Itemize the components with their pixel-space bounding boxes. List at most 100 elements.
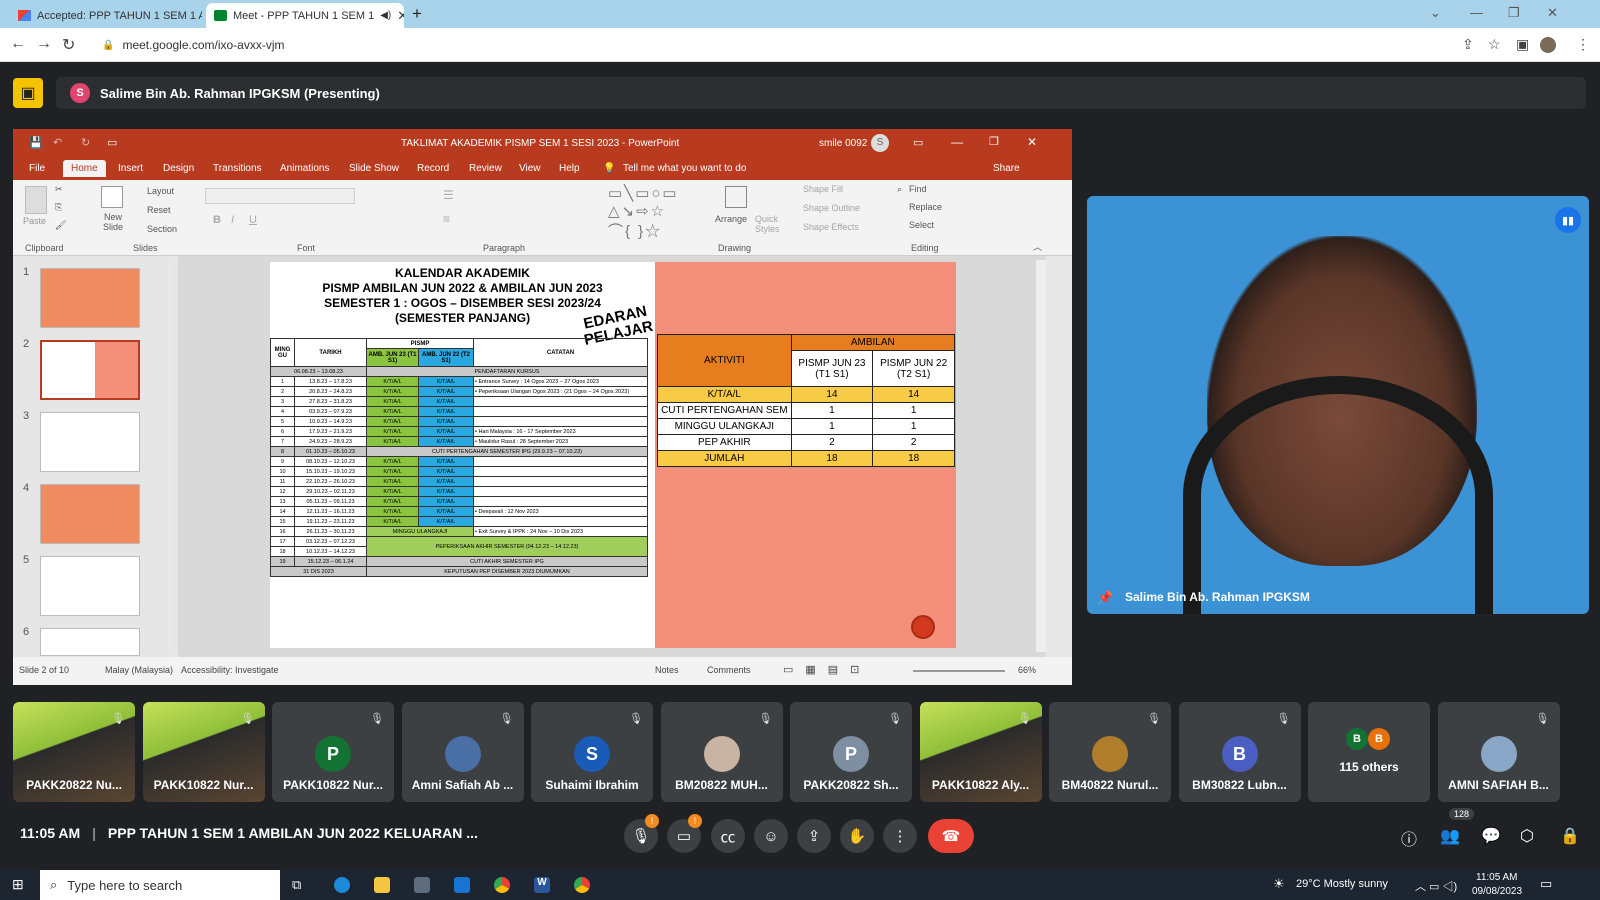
captions-button[interactable]: ㏄ xyxy=(711,819,745,853)
comments-button[interactable]: Comments xyxy=(707,665,751,675)
zoom-level[interactable]: 66% xyxy=(1018,665,1036,675)
share-icon[interactable]: ⇪ xyxy=(1462,36,1474,53)
chrome-icon[interactable] xyxy=(494,877,510,893)
chrome-icon[interactable] xyxy=(574,877,590,893)
ppt-user-avatar[interactable]: S xyxy=(871,134,889,152)
participant-tile[interactable]: 🎙 Amni Safiah Ab ... xyxy=(401,702,524,802)
close-icon[interactable]: ✕ xyxy=(397,8,404,24)
slide[interactable]: KALENDAR AKADEMIK PISMP AMBILAN JUN 2022… xyxy=(270,262,956,648)
language-status[interactable]: Malay (Malaysia) xyxy=(105,665,173,675)
participant-tile[interactable]: 🎙 AMNI SAFIAH B... xyxy=(1437,702,1560,802)
quick-styles-button[interactable]: Quick Styles xyxy=(755,214,785,234)
notes-button[interactable]: Notes xyxy=(655,665,679,675)
profile-avatar[interactable] xyxy=(1540,37,1556,53)
reactions-button[interactable]: ☺ xyxy=(754,819,788,853)
end-call-button[interactable]: ☎ xyxy=(928,819,974,853)
file-explorer-icon[interactable] xyxy=(374,877,390,893)
participant-tile[interactable]: 🎙 BM20822 MUH... xyxy=(660,702,783,802)
host-controls-icon[interactable]: 🔒 xyxy=(1560,826,1580,846)
ppt-maximize-button[interactable]: ❐ xyxy=(989,135,999,148)
present-icon[interactable]: ▭ xyxy=(107,136,117,149)
format-painter-icon[interactable]: 🖌 xyxy=(55,220,66,231)
store-icon[interactable] xyxy=(414,877,430,893)
find-button[interactable]: Find xyxy=(909,184,927,194)
tab-slide-show[interactable]: Slide Show xyxy=(349,163,399,174)
replace-button[interactable]: Replace xyxy=(909,202,942,212)
underline-icon[interactable]: U xyxy=(249,214,257,226)
shape-fill-button[interactable]: Shape Fill xyxy=(803,184,843,194)
select-button[interactable]: Select xyxy=(909,220,934,230)
share-button[interactable]: Share xyxy=(993,163,1020,174)
view-buttons[interactable]: ▭▦▤⊡ xyxy=(783,663,871,676)
undo-icon[interactable]: ↶ xyxy=(53,136,62,149)
section-button[interactable]: Section xyxy=(147,224,177,234)
font-name-select[interactable] xyxy=(205,188,355,204)
star-icon[interactable]: ☆ xyxy=(1488,36,1501,53)
tab-review[interactable]: Review xyxy=(469,163,502,174)
restore-button[interactable]: ❐ xyxy=(1508,5,1520,21)
people-icon[interactable]: 👥 xyxy=(1440,826,1460,846)
arrange-button[interactable]: Arrange xyxy=(715,214,747,224)
ppt-minimize-button[interactable]: — xyxy=(951,135,963,149)
save-icon[interactable]: 💾 xyxy=(29,136,43,149)
more-options-button[interactable]: ⋮ xyxy=(883,819,917,853)
windows-start-icon[interactable]: ⊞ xyxy=(12,876,24,893)
ppt-close-button[interactable]: ✕ xyxy=(1027,135,1037,149)
participant-tile[interactable]: P 🎙 PAKK10822 Nur... xyxy=(272,702,394,802)
stop-presenting-icon[interactable]: ▣ xyxy=(13,78,43,108)
present-button[interactable]: ⇪ xyxy=(797,819,831,853)
tab-file[interactable]: File xyxy=(29,163,45,174)
tab-insert[interactable]: Insert xyxy=(118,163,143,174)
arrange-icon[interactable] xyxy=(725,186,747,208)
new-tab-button[interactable]: + xyxy=(412,4,422,24)
shape-effects-button[interactable]: Shape Effects xyxy=(803,222,859,232)
participant-tile[interactable]: S 🎙 Suhaimi Ibrahim xyxy=(531,702,653,802)
activities-icon[interactable]: ⬡ xyxy=(1520,826,1534,846)
paste-button[interactable]: Paste xyxy=(23,216,46,226)
tab-view[interactable]: View xyxy=(519,163,541,174)
participant-tile[interactable]: 🎙 BM40822 Nurul... xyxy=(1049,702,1171,802)
taskbar-time[interactable]: 11:05 AM xyxy=(1476,872,1518,883)
layout-button[interactable]: Layout xyxy=(147,186,174,196)
bold-icon[interactable]: B xyxy=(213,214,221,226)
mail-icon[interactable] xyxy=(454,877,470,893)
tab-transitions[interactable]: Transitions xyxy=(213,163,262,174)
new-slide-icon[interactable] xyxy=(101,186,123,208)
participant-tile[interactable]: 🎙 PAKK10822 Nur... xyxy=(142,702,265,802)
meeting-title[interactable]: PPP TAHUN 1 SEM 1 AMBILAN JUN 2022 KELUA… xyxy=(108,825,478,841)
participant-tile[interactable]: B B 115 others xyxy=(1308,702,1430,802)
taskbar-search[interactable]: ⌕ Type here to search xyxy=(40,870,280,900)
weather-text[interactable]: 29°C Mostly sunny xyxy=(1296,878,1388,890)
tab-help[interactable]: Help xyxy=(559,163,580,174)
chat-icon[interactable]: 💬 xyxy=(1481,826,1501,846)
taskbar-date[interactable]: 09/08/2023 xyxy=(1472,886,1522,897)
slide-scrollbar[interactable] xyxy=(1036,260,1046,652)
ribbon-display-icon[interactable]: ▭ xyxy=(913,136,923,149)
thumbnail-scrollbar[interactable] xyxy=(170,260,178,652)
new-slide-button[interactable]: New Slide xyxy=(99,212,127,232)
bullets-icon[interactable]: ☰ xyxy=(443,188,454,202)
notification-icon[interactable]: ▭ xyxy=(1540,876,1552,892)
pin-icon[interactable]: 📌 xyxy=(1097,590,1113,606)
shapes-gallery-icon[interactable]: ▭╲▭○▭ △↘⇨☆ ⌒{ }☆ xyxy=(608,184,679,241)
slide-thumbnail-2[interactable] xyxy=(40,340,140,400)
slide-thumbnail-1[interactable] xyxy=(40,268,140,328)
tab-gmail[interactable]: Accepted: PPP TAHUN 1 SEM 1 A ✕ xyxy=(10,3,202,28)
menu-icon[interactable]: ⋮ xyxy=(1576,36,1590,53)
collapse-ribbon-icon[interactable]: ︿ xyxy=(1033,240,1042,253)
forward-button[interactable]: → xyxy=(36,35,52,53)
zoom-slider[interactable] xyxy=(913,670,1005,672)
word-icon[interactable]: W xyxy=(534,877,550,893)
raise-hand-button[interactable]: ✋ xyxy=(840,819,874,853)
cut-icon[interactable]: ✂ xyxy=(55,184,63,195)
copy-icon[interactable]: ⎘ xyxy=(55,202,62,213)
tab-record[interactable]: Record xyxy=(417,163,449,174)
redo-icon[interactable]: ↻ xyxy=(81,136,90,149)
slide-thumbnail-6[interactable] xyxy=(40,628,140,656)
slide-thumbnail-3[interactable] xyxy=(40,412,140,472)
tell-me-search[interactable]: Tell me what you want to do xyxy=(623,163,746,174)
edge-icon[interactable] xyxy=(334,877,350,893)
participant-tile[interactable]: P 🎙 PAKK20822 Sh... xyxy=(790,702,912,802)
reload-button[interactable]: ↻ xyxy=(62,35,75,55)
shape-outline-button[interactable]: Shape Outline xyxy=(803,203,860,213)
